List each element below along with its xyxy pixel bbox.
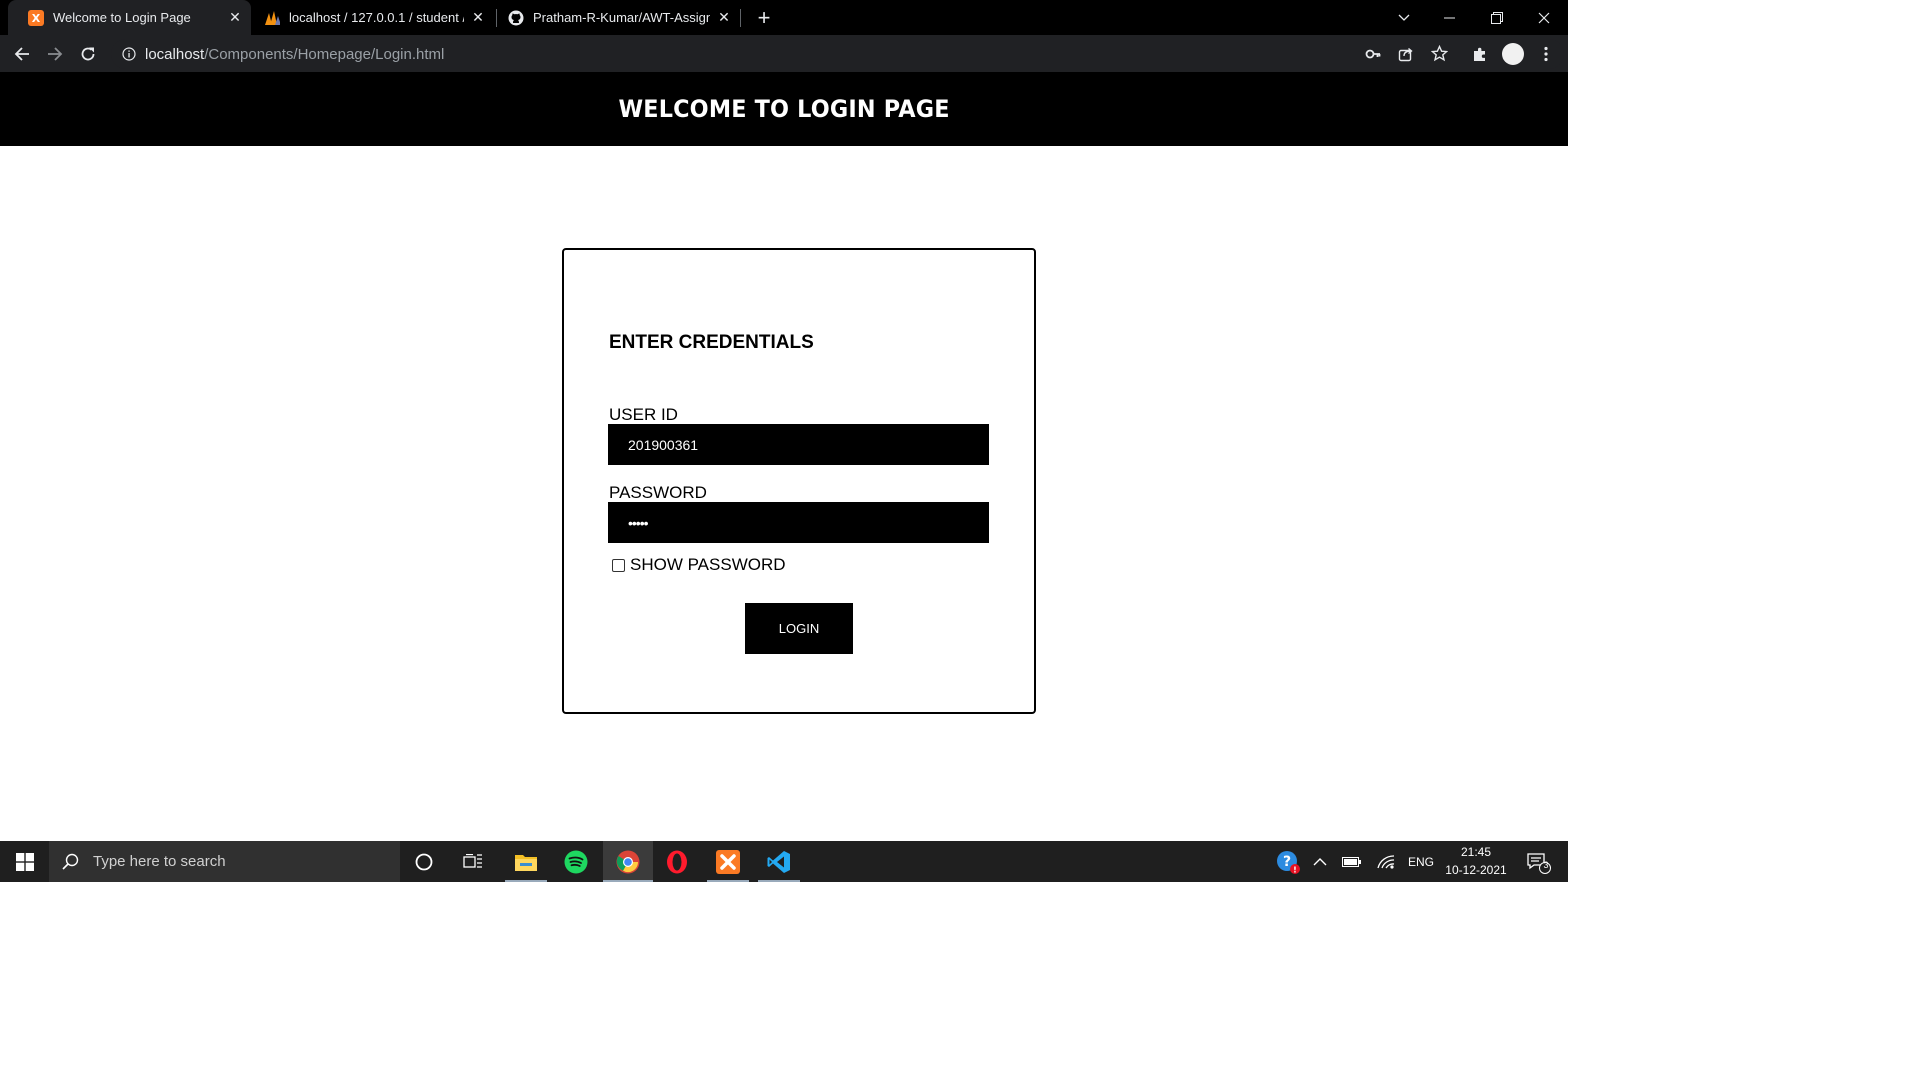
browser-tab-bar: X Welcome to Login Page ✕ localhost / 12… [0, 0, 1568, 35]
form-title: ENTER CREDENTIALS [609, 332, 814, 353]
windows-taskbar: Type here to search ?! ENG 21:45 10-12-2… [0, 841, 1568, 882]
page-header: WELCOME TO LOGIN PAGE [0, 72, 1568, 146]
tab-phpmyadmin[interactable]: localhost / 127.0.0.1 / student / in ✕ [244, 0, 494, 35]
tab-title: Welcome to Login Page [53, 10, 191, 25]
clock[interactable]: 21:45 10-12-2021 [1440, 843, 1512, 879]
xampp-icon[interactable] [704, 841, 752, 882]
user-id-label: USER ID [609, 405, 678, 424]
start-windows-icon[interactable] [0, 841, 49, 882]
user-id-input[interactable] [608, 424, 989, 465]
show-password-checkbox[interactable] [612, 558, 625, 572]
close-tab-icon[interactable]: ✕ [227, 9, 243, 26]
github-icon [508, 10, 524, 26]
phpmyadmin-icon [264, 10, 280, 26]
page-title: WELCOME TO LOGIN PAGE [618, 95, 950, 123]
file-explorer-icon[interactable] [502, 841, 550, 882]
tab-search-icon[interactable] [1381, 0, 1427, 35]
forward-icon[interactable] [41, 40, 69, 68]
password-input[interactable] [608, 502, 989, 543]
tab-github[interactable]: Pratham-R-Kumar/AWT-Assignm ✕ [488, 0, 740, 35]
bookmark-star-icon[interactable] [1430, 44, 1449, 67]
wifi-icon[interactable] [1372, 841, 1400, 882]
new-tab-icon[interactable]: + [750, 0, 778, 35]
menu-dots-icon[interactable] [1532, 40, 1560, 68]
tab-title: Pratham-R-Kumar/AWT-Assignm [533, 10, 710, 25]
search-placeholder: Type here to search [93, 853, 226, 870]
cortana-icon[interactable] [400, 841, 448, 882]
login-button[interactable]: LOGIN [745, 603, 853, 654]
clock-time: 21:45 [1460, 845, 1492, 859]
search-icon [62, 853, 79, 870]
show-password-row[interactable]: SHOW PASSWORD [612, 555, 786, 575]
password-label: PASSWORD [609, 483, 707, 502]
url-path: /Components/Homepage/Login.html [204, 45, 445, 63]
svg-text:?: ? [1283, 854, 1291, 870]
url-text: localhost/Components/Homepage/Login.html [145, 46, 444, 63]
browser-toolbar: localhost/Components/Homepage/Login.html [0, 35, 1568, 72]
task-view-icon[interactable] [449, 841, 497, 882]
clock-date: 10-12-2021 [1445, 863, 1507, 877]
address-bar[interactable]: localhost/Components/Homepage/Login.html [111, 39, 1564, 69]
running-indicator [603, 880, 653, 882]
language-indicator[interactable]: ENG [1404, 841, 1438, 882]
spotify-icon[interactable] [552, 841, 600, 882]
running-indicator [707, 880, 749, 882]
svg-text:!: ! [1293, 865, 1297, 874]
tab-separator [740, 9, 741, 27]
tab-welcome-login[interactable]: X Welcome to Login Page ✕ [8, 0, 251, 35]
vscode-icon[interactable] [755, 841, 803, 882]
show-hidden-icons-icon[interactable] [1306, 841, 1334, 882]
close-window-icon[interactable] [1521, 0, 1567, 35]
opera-icon[interactable] [653, 841, 701, 882]
close-tab-icon[interactable]: ✕ [470, 9, 486, 26]
extensions-icon[interactable] [1466, 40, 1494, 68]
password-key-icon[interactable] [1365, 46, 1381, 67]
running-indicator [505, 880, 547, 882]
share-icon[interactable] [1398, 46, 1414, 67]
tab-title: localhost / 127.0.0.1 / student / in [289, 10, 464, 25]
url-host: localhost [145, 45, 205, 63]
close-tab-icon[interactable]: ✕ [716, 9, 732, 26]
profile-avatar-icon[interactable] [1499, 40, 1527, 68]
help-notification-icon[interactable]: ?! [1274, 841, 1302, 882]
minimize-icon[interactable] [1427, 0, 1473, 35]
taskbar-search-box[interactable]: Type here to search [49, 841, 400, 882]
show-password-label: SHOW PASSWORD [630, 555, 786, 574]
battery-icon[interactable] [1338, 841, 1366, 882]
running-indicator [758, 880, 800, 882]
notification-center-icon[interactable]: 3 [1520, 841, 1556, 882]
login-form-card: ENTER CREDENTIALS USER ID PASSWORD SHOW … [562, 248, 1036, 714]
back-icon[interactable] [8, 40, 36, 68]
chrome-icon[interactable] [603, 841, 653, 882]
svg-text:X: X [32, 12, 41, 25]
notification-count: 3 [1543, 860, 1549, 870]
restore-icon[interactable] [1474, 0, 1520, 35]
site-info-icon[interactable] [122, 47, 136, 66]
reload-icon[interactable] [74, 40, 102, 68]
xampp-icon: X [28, 9, 44, 26]
